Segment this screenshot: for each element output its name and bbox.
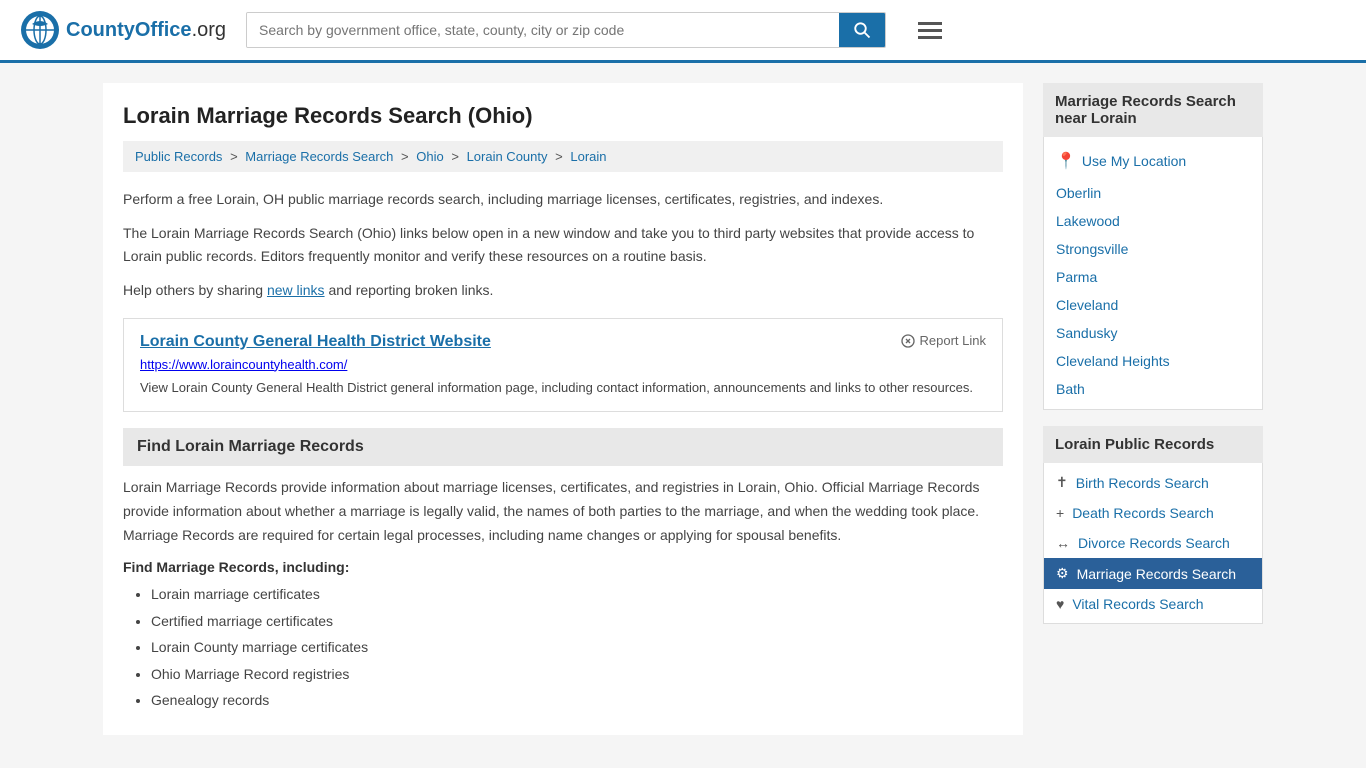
public-record-link[interactable]: Divorce Records Search <box>1078 535 1230 551</box>
link-url[interactable]: https://www.loraincountyhealth.com/ <box>140 357 986 372</box>
find-list-item: Certified marriage certificates <box>151 610 1003 632</box>
header: CountyOffice.org <box>0 0 1366 63</box>
link-card: Lorain County General Health District We… <box>123 318 1003 413</box>
hamburger-line-3 <box>918 36 942 39</box>
search-bar <box>246 12 886 48</box>
find-list-item: Lorain County marriage certificates <box>151 636 1003 658</box>
nearby-link[interactable]: Bath <box>1056 381 1085 397</box>
nearby-link-item: Parma <box>1044 263 1262 291</box>
public-record-link[interactable]: Vital Records Search <box>1072 596 1203 612</box>
help-text: Help others by sharing new links and rep… <box>123 279 1003 301</box>
page-title: Lorain Marriage Records Search (Ohio) <box>123 103 1003 129</box>
nearby-link-item: Sandusky <box>1044 319 1262 347</box>
link-card-header: Lorain County General Health District We… <box>140 333 986 351</box>
public-record-link[interactable]: Birth Records Search <box>1076 475 1209 491</box>
report-icon <box>900 333 916 349</box>
find-subheader: Find Marriage Records, including: <box>123 559 1003 575</box>
breadcrumb-link-lorain-county[interactable]: Lorain County <box>467 149 548 164</box>
breadcrumb-sep-4: > <box>555 149 566 164</box>
logo-text: CountyOffice.org <box>66 19 226 42</box>
public-record-item[interactable]: ⚙ Marriage Records Search <box>1044 558 1262 589</box>
nearby-link[interactable]: Parma <box>1056 269 1097 285</box>
sidebar: Marriage Records Search near Lorain 📍 Us… <box>1043 83 1263 735</box>
location-pin-icon: 📍 <box>1056 151 1076 171</box>
search-button[interactable] <box>839 13 885 47</box>
nearby-link-item: Cleveland Heights <box>1044 347 1262 375</box>
public-record-item[interactable]: ✝ Birth Records Search <box>1044 467 1262 498</box>
link-card-title[interactable]: Lorain County General Health District We… <box>140 333 491 351</box>
pub-rec-icon: ✝ <box>1056 474 1068 491</box>
nearby-links-list: Oberlin Lakewood Strongsville Parma Clevelan… <box>1044 179 1262 403</box>
breadcrumb-link-ohio[interactable]: Ohio <box>416 149 443 164</box>
nearby-link[interactable]: Oberlin <box>1056 185 1101 201</box>
nearby-link-item: Cleveland <box>1044 291 1262 319</box>
nearby-link[interactable]: Sandusky <box>1056 325 1117 341</box>
use-location-label: Use My Location <box>1082 153 1186 169</box>
nearby-link-item: Oberlin <box>1044 179 1262 207</box>
report-link-label: Report Link <box>920 333 986 348</box>
pub-rec-icon: ♥ <box>1056 596 1064 612</box>
public-record-link[interactable]: Marriage Records Search <box>1077 566 1237 582</box>
hamburger-line-1 <box>918 22 942 25</box>
hamburger-line-2 <box>918 29 942 32</box>
content-area: Lorain Marriage Records Search (Ohio) Pu… <box>103 83 1023 735</box>
find-list-item: Genealogy records <box>151 689 1003 711</box>
pub-rec-icon: ↔ <box>1056 535 1070 551</box>
search-input[interactable] <box>247 13 839 47</box>
public-record-item[interactable]: + Death Records Search <box>1044 498 1262 528</box>
public-records-title: Lorain Public Records <box>1043 426 1263 463</box>
logo-area: CountyOffice.org <box>20 10 226 50</box>
link-description: View Lorain County General Health Distri… <box>140 378 986 398</box>
description-1: Perform a free Lorain, OH public marriag… <box>123 188 1003 210</box>
nearby-links-block: 📍 Use My Location Oberlin Lakewood Strongs… <box>1043 137 1263 410</box>
logo-icon <box>20 10 60 50</box>
public-record-link[interactable]: Death Records Search <box>1072 505 1214 521</box>
pub-rec-icon: + <box>1056 505 1064 521</box>
pub-rec-icon: ⚙ <box>1056 565 1069 582</box>
description-2: The Lorain Marriage Records Search (Ohio… <box>123 222 1003 267</box>
breadcrumb-link-public-records[interactable]: Public Records <box>135 149 222 164</box>
nearby-link[interactable]: Cleveland <box>1056 297 1118 313</box>
find-list-item: Ohio Marriage Record registries <box>151 663 1003 685</box>
nearby-link[interactable]: Lakewood <box>1056 213 1120 229</box>
nearby-link[interactable]: Strongsville <box>1056 241 1128 257</box>
nearby-link-item: Strongsville <box>1044 235 1262 263</box>
find-list: Lorain marriage certificates Certified ma… <box>123 583 1003 711</box>
nearby-title: Marriage Records Search near Lorain <box>1043 83 1263 137</box>
nearby-link-item: Lakewood <box>1044 207 1262 235</box>
breadcrumb-link-lorain[interactable]: Lorain <box>570 149 606 164</box>
public-record-item[interactable]: ↔ Divorce Records Search <box>1044 528 1262 558</box>
find-section-body: Lorain Marriage Records provide informat… <box>123 476 1003 547</box>
link-url-anchor[interactable]: https://www.loraincountyhealth.com/ <box>140 357 347 372</box>
menu-button[interactable] <box>914 14 946 47</box>
nearby-link-item: Bath <box>1044 375 1262 403</box>
public-records-block: ✝ Birth Records Search + Death Records Sear… <box>1043 463 1263 624</box>
search-icon <box>853 21 871 39</box>
breadcrumb-sep-1: > <box>230 149 241 164</box>
breadcrumb-sep-2: > <box>401 149 412 164</box>
nearby-link[interactable]: Cleveland Heights <box>1056 353 1170 369</box>
find-section-header: Find Lorain Marriage Records <box>123 428 1003 466</box>
breadcrumb-sep-3: > <box>451 149 462 164</box>
breadcrumb: Public Records > Marriage Records Search… <box>123 141 1003 172</box>
breadcrumb-link-marriage-records[interactable]: Marriage Records Search <box>245 149 393 164</box>
report-link-button[interactable]: Report Link <box>900 333 986 349</box>
public-record-item[interactable]: ♥ Vital Records Search <box>1044 589 1262 619</box>
new-links-link[interactable]: new links <box>267 282 325 298</box>
main-container: Lorain Marriage Records Search (Ohio) Pu… <box>83 63 1283 755</box>
use-location-button[interactable]: 📍 Use My Location <box>1044 143 1262 179</box>
find-list-item: Lorain marriage certificates <box>151 583 1003 605</box>
